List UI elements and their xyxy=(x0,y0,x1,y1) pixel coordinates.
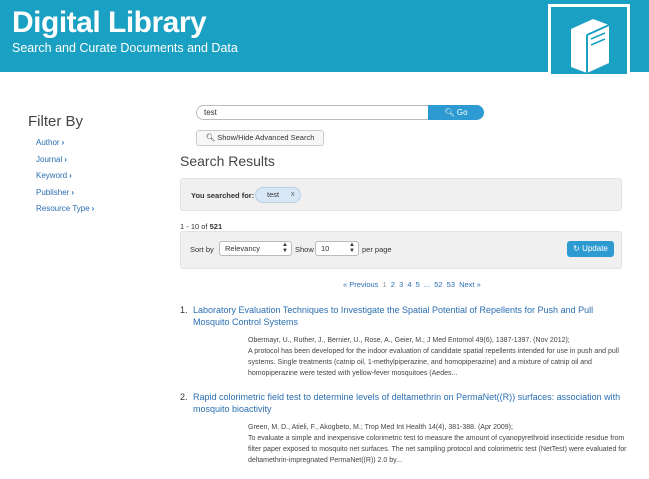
header-banner: Digital Library Search and Curate Docume… xyxy=(0,0,649,74)
result-total: 521 xyxy=(209,222,223,231)
result-title-link[interactable]: Laboratory Evaluation Techniques to Inve… xyxy=(193,305,625,328)
pager-page[interactable]: 4 xyxy=(407,280,411,289)
result-abstract: To evaluate a simple and inexpensive col… xyxy=(248,435,627,464)
updown-arrows-icon: ▲ ▼ xyxy=(282,242,288,254)
filter-heading: Filter By xyxy=(28,113,84,130)
result-count: 1 - 10 of 521 xyxy=(180,222,222,231)
update-label: Update xyxy=(582,244,608,253)
filter-item-resource-type[interactable]: Resource Type › xyxy=(36,204,94,221)
chevron-right-icon: › xyxy=(64,154,67,164)
result-title-link[interactable]: Rapid colorimetric field test to determi… xyxy=(193,392,625,415)
go-label: Go xyxy=(456,108,468,117)
app-title: Digital Library xyxy=(12,6,207,39)
per-page-label: per page xyxy=(362,245,392,254)
search-input[interactable]: test xyxy=(196,105,428,120)
update-button[interactable]: ↻ Update xyxy=(567,241,614,257)
per-page-select[interactable]: 10 ▲ ▼ xyxy=(315,241,359,256)
sort-by-label: Sort by xyxy=(190,245,214,254)
searched-for-panel: You searched for: test x xyxy=(180,178,622,211)
results-heading: Search Results xyxy=(180,153,275,169)
refresh-icon: ↻ xyxy=(573,244,580,253)
per-page-value: 10 xyxy=(321,244,330,253)
filter-label: Author xyxy=(36,138,60,147)
filter-item-publisher[interactable]: Publisher › xyxy=(36,188,94,205)
chevron-right-icon: › xyxy=(71,187,75,197)
book-icon xyxy=(571,19,610,73)
search-icon: 🔍︎ xyxy=(444,108,455,117)
pager-page[interactable]: 52 xyxy=(434,280,442,289)
result-number: 1. xyxy=(180,305,188,315)
sort-value: Relevancy xyxy=(225,244,261,253)
result-range: 1 - 10 of xyxy=(180,222,210,231)
searched-for-label: You searched for: xyxy=(191,191,255,200)
result-citation: Obermayr, U., Ruther, J., Bernier, U., R… xyxy=(248,337,570,344)
remove-term-button[interactable]: x xyxy=(291,188,295,202)
filter-item-keyword[interactable]: Keyword › xyxy=(36,171,94,188)
chevron-right-icon: › xyxy=(61,138,65,147)
pager-page[interactable]: 53 xyxy=(447,280,455,289)
search-term: test xyxy=(267,190,280,199)
go-button[interactable]: 🔍︎ Go xyxy=(428,105,484,120)
filter-label: Publisher xyxy=(36,187,70,197)
pager-next[interactable]: Next » xyxy=(459,280,481,289)
search-icon: 🔍︎ xyxy=(205,133,216,142)
result-number: 2. xyxy=(180,392,188,402)
advanced-search-toggle[interactable]: 🔍︎ Show/Hide Advanced Search xyxy=(196,130,324,146)
pager-page: 1 xyxy=(382,280,387,289)
chevron-right-icon: › xyxy=(91,204,95,213)
result-details: Obermayr, U., Ruther, J., Bernier, U., R… xyxy=(248,335,628,379)
book-logo xyxy=(548,4,630,74)
updown-arrows-icon: ▲ ▼ xyxy=(349,242,355,254)
sort-select[interactable]: Relevancy ▲ ▼ xyxy=(219,241,292,256)
show-label: Show xyxy=(295,245,314,254)
sort-panel: Sort by Relevancy ▲ ▼ Show 10 ▲ ▼ per page… xyxy=(180,231,622,269)
result-citation: Green, M. D., Atieli, F., Akogbeto, M.; … xyxy=(248,424,513,431)
filter-item-author[interactable]: Author › xyxy=(36,138,94,155)
search-term-pill: test x xyxy=(255,187,301,203)
pager-ellipsis: ... xyxy=(423,280,431,289)
advanced-search-label: Show/Hide Advanced Search xyxy=(217,133,315,142)
pager-page[interactable]: 3 xyxy=(399,280,403,289)
result-details: Green, M. D., Atieli, F., Akogbeto, M.; … xyxy=(248,422,628,466)
pager-previous[interactable]: « Previous xyxy=(343,280,378,289)
filter-list: Author › Journal › Keyword › Publisher › Res… xyxy=(36,138,94,221)
pagination: « Previous 1 2 3 4 5 ... 52 53 Next » xyxy=(343,280,483,289)
filter-label: Resource Type xyxy=(36,204,90,213)
pager-page[interactable]: 5 xyxy=(416,280,420,289)
result-abstract: A protocol has been developed for the in… xyxy=(248,348,619,377)
app-subtitle: Search and Curate Documents and Data xyxy=(12,41,238,55)
filter-label: Keyword xyxy=(36,171,68,180)
filter-item-journal[interactable]: Journal › xyxy=(36,155,94,172)
chevron-right-icon: › xyxy=(69,171,72,180)
filter-label: Journal xyxy=(36,154,63,164)
pager-page[interactable]: 2 xyxy=(391,280,395,289)
